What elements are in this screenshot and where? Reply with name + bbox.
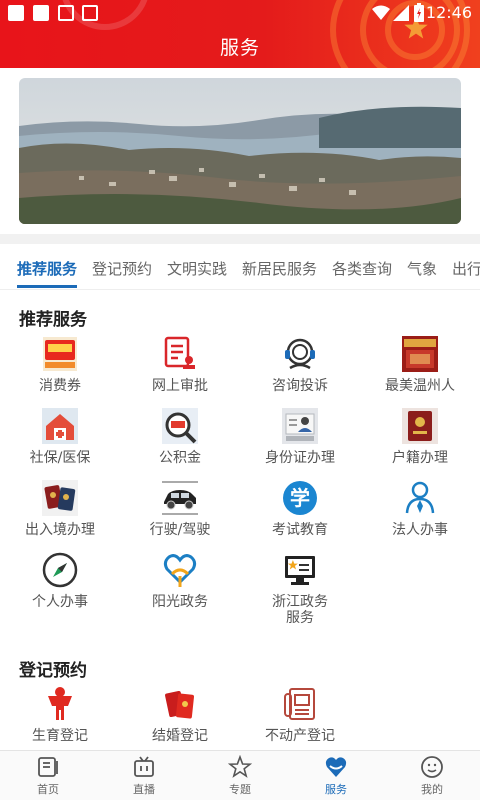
service-online-approval[interactable]: 网上审批 xyxy=(125,336,235,394)
service-coupon[interactable]: 消费券 xyxy=(5,336,115,394)
service-label: 法人办事 xyxy=(392,522,448,538)
service-label: 阳光政务 xyxy=(152,594,208,610)
service-legal-person[interactable]: 法人办事 xyxy=(365,480,475,538)
service-housing-fund[interactable]: 公积金 xyxy=(125,408,235,466)
service-social-insurance[interactable]: 社保/医保 xyxy=(5,408,115,466)
birth-register-icon xyxy=(42,686,78,722)
housing-fund-icon xyxy=(162,408,198,444)
svg-text:学: 学 xyxy=(290,486,310,510)
zhejiang-gov-icon xyxy=(282,552,318,588)
section-title-recommended: 推荐服务 xyxy=(19,310,87,330)
service-label: 个人办事 xyxy=(32,594,88,610)
tab-civilization-practice[interactable]: 文明实践 xyxy=(167,258,227,279)
service-real-estate-registration[interactable]: 不动产登记 xyxy=(245,686,355,750)
app-header: 12:46 服务 xyxy=(0,0,480,68)
real-estate-icon xyxy=(282,686,318,722)
notification-icon xyxy=(33,5,49,21)
nav-label: 首页 xyxy=(37,783,59,796)
profile-smile-icon xyxy=(420,755,444,779)
clock: 12:46 xyxy=(425,3,472,22)
headset-icon xyxy=(282,336,318,372)
service-zhejiang-gov[interactable]: 浙江政务 服务 xyxy=(245,552,355,626)
service-label: 不动产登记 xyxy=(265,728,335,744)
service-wenzhou-people[interactable]: 最美温州人 xyxy=(365,336,475,394)
nav-profile[interactable]: 我的 xyxy=(384,755,480,797)
nav-label: 专题 xyxy=(229,783,251,796)
tab-new-resident[interactable]: 新居民服务 xyxy=(242,258,317,279)
service-id-card[interactable]: 身份证办理 xyxy=(245,408,355,466)
marriage-register-icon xyxy=(162,686,198,722)
app-screen: 12:46 服务 推荐服务 登记预约 文明实践 新居民服务 各类查询 气象 出行… xyxy=(0,0,480,800)
notification-icon xyxy=(8,5,24,21)
service-label-line: 服务 xyxy=(286,610,314,626)
nav-label: 直播 xyxy=(133,783,155,796)
live-tv-icon xyxy=(132,755,156,779)
nav-label: 我的 xyxy=(421,783,443,796)
service-personal-affairs[interactable]: 个人办事 xyxy=(5,552,115,610)
service-label: 考试教育 xyxy=(272,522,328,538)
service-label: 行驶/驾驶 xyxy=(149,522,211,538)
legal-person-icon xyxy=(402,480,438,516)
home-icon xyxy=(36,755,60,779)
tab-travel[interactable]: 出行 xyxy=(452,258,480,279)
service-label: 网上审批 xyxy=(152,378,208,394)
wifi-icon xyxy=(372,5,390,20)
service-consult-complaint[interactable]: 咨询投诉 xyxy=(245,336,355,394)
tab-weather[interactable]: 气象 xyxy=(407,258,437,279)
service-label: 公积金 xyxy=(159,450,201,466)
service-heart-icon xyxy=(324,755,348,779)
status-bar: 12:46 xyxy=(0,0,480,26)
id-card-icon xyxy=(282,408,318,444)
service-label: 户籍办理 xyxy=(392,450,448,466)
service-label: 社保/医保 xyxy=(29,450,91,466)
service-label: 咨询投诉 xyxy=(272,378,328,394)
tab-queries[interactable]: 各类查询 xyxy=(332,258,392,279)
service-label: 生育登记 xyxy=(32,728,88,744)
service-label-line: 浙江政务 xyxy=(272,594,328,610)
nav-home[interactable]: 首页 xyxy=(0,755,96,797)
service-label: 身份证办理 xyxy=(265,450,335,466)
section-title-registration: 登记预约 xyxy=(19,661,87,681)
banner-image[interactable] xyxy=(19,78,461,224)
category-tabs: 推荐服务 登记预约 文明实践 新居民服务 各类查询 气象 出行 xyxy=(0,244,480,290)
education-icon: 学 xyxy=(282,480,318,516)
service-entry-exit[interactable]: 出入境办理 xyxy=(5,480,115,538)
bottom-navigation: 首页 直播 专题 服务 我的 xyxy=(0,750,480,800)
city-landscape-image xyxy=(19,78,461,224)
service-label: 最美温州人 xyxy=(385,378,455,394)
service-label: 浙江政务 服务 xyxy=(245,594,355,626)
service-marriage-registration[interactable]: 结婚登记 xyxy=(125,686,235,750)
app-notification-icon xyxy=(82,5,98,21)
star-icon xyxy=(227,754,253,779)
insurance-icon xyxy=(42,408,78,444)
service-birth-registration[interactable]: 生育登记 xyxy=(5,686,115,750)
nav-topics[interactable]: 专题 xyxy=(192,754,288,797)
service-label: 消费券 xyxy=(39,378,81,394)
nav-live[interactable]: 直播 xyxy=(96,755,192,797)
nav-label: 服务 xyxy=(325,783,347,796)
wenzhou-people-icon xyxy=(402,336,438,372)
car-icon xyxy=(162,480,198,516)
service-exam-education[interactable]: 学 考试教育 xyxy=(245,480,355,538)
service-sunshine-government[interactable]: 阳光政务 xyxy=(125,552,235,610)
service-label: 结婚登记 xyxy=(152,728,208,744)
image-notification-icon xyxy=(58,5,74,21)
compass-icon xyxy=(42,552,78,588)
signal-icon xyxy=(393,5,409,21)
active-tab-indicator xyxy=(17,285,77,288)
approval-icon xyxy=(162,336,198,372)
passport-icon xyxy=(42,480,78,516)
battery-icon xyxy=(414,3,424,22)
sunshine-gov-icon xyxy=(162,552,198,588)
service-household-register[interactable]: 户籍办理 xyxy=(365,408,475,466)
nav-services[interactable]: 服务 xyxy=(288,755,384,797)
tab-registration[interactable]: 登记预约 xyxy=(92,258,152,279)
service-vehicle-driving[interactable]: 行驶/驾驶 xyxy=(125,480,235,538)
tab-recommended[interactable]: 推荐服务 xyxy=(17,258,77,279)
section-divider xyxy=(0,234,480,244)
household-register-icon xyxy=(402,408,438,444)
coupon-icon xyxy=(42,336,78,372)
page-title: 服务 xyxy=(219,37,260,59)
service-label: 出入境办理 xyxy=(25,522,95,538)
